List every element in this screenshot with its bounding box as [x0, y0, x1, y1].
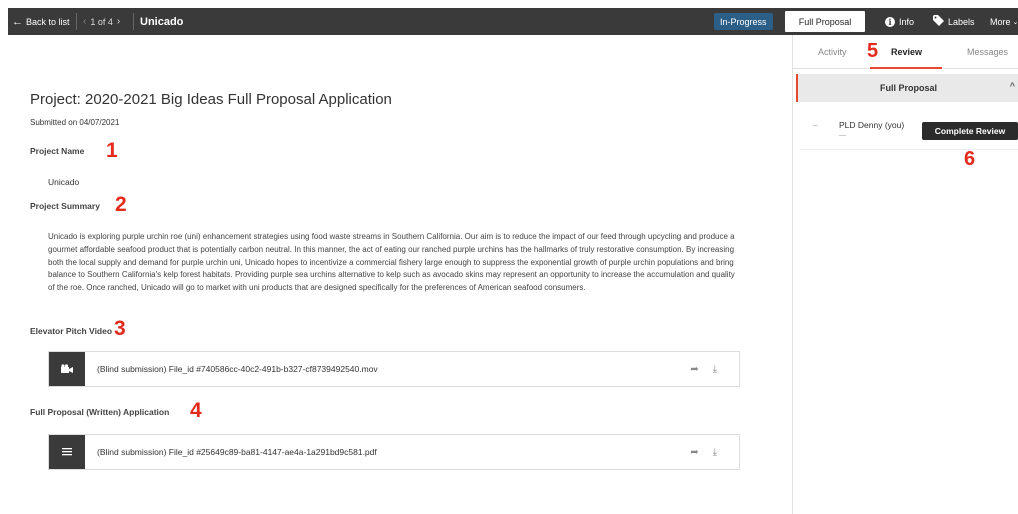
tag-icon — [933, 15, 944, 28]
annotation-3: 3 — [114, 317, 126, 340]
project-name-value: Unicado — [48, 177, 80, 187]
reviewer-name: PLD Denny (you) — [839, 120, 905, 130]
written-file-name[interactable]: (Blind submission) File_id #25649c89-ba8… — [97, 447, 377, 457]
video-camera-icon — [49, 352, 85, 386]
elevator-pitch-heading: Elevator Pitch Video — [30, 326, 113, 336]
full-proposal-accordion[interactable]: Full Proposal ^ — [796, 74, 1018, 102]
annotation-6: 6 — [964, 148, 976, 170]
info-label: Info — [899, 16, 915, 27]
annotation-1: 1 — [106, 139, 118, 162]
document-icon — [49, 435, 85, 469]
panel-tabs: Activity 5 Review Messages — [793, 35, 1018, 69]
back-to-list-button[interactable]: ← Back to list — [8, 8, 70, 35]
top-bar: ← Back to list ‹ 1 of 4 › Unicado In-Pro… — [8, 8, 1018, 35]
page-title: Project: 2020-2021 Big Ideas Full Propos… — [30, 91, 392, 108]
reviewer-score: — — [839, 132, 846, 139]
review-panel: Activity 5 Review Messages Full Proposal… — [792, 35, 1018, 514]
reviewer-status: – — [813, 121, 818, 130]
tab-review[interactable]: Review — [891, 47, 922, 57]
pitch-video-file[interactable]: (Blind submission) File_id #740586cc-40c… — [48, 351, 740, 387]
pager-label: 1 of 4 — [90, 16, 113, 27]
annotation-5: 5 — [867, 40, 879, 62]
share-icon[interactable]: ➦ — [690, 447, 698, 458]
pager: ‹ 1 of 4 › — [83, 8, 124, 35]
application-title: Unicado — [140, 15, 184, 28]
file-actions: ➦ ⤓ — [690, 352, 717, 386]
project-name-heading: Project Name — [30, 146, 85, 156]
info-icon: i — [885, 16, 895, 27]
labels-button[interactable]: Labels — [933, 8, 975, 35]
full-proposal-button[interactable]: Full Proposal — [785, 11, 865, 32]
active-tab-indicator — [870, 67, 942, 69]
tab-activity[interactable]: Activity — [818, 47, 847, 57]
more-menu-button[interactable]: More ⌄ — [990, 8, 1018, 35]
written-proposal-file[interactable]: (Blind submission) File_id #25649c89-ba8… — [48, 434, 740, 470]
download-icon[interactable]: ⤓ — [713, 447, 717, 458]
divider — [76, 13, 77, 30]
project-summary-heading: Project Summary — [30, 201, 100, 211]
main-content: Project: 2020-2021 Big Ideas Full Propos… — [0, 35, 792, 514]
download-icon[interactable]: ⤓ — [713, 364, 717, 375]
submitted-date: Submitted on 04/07/2021 — [30, 118, 120, 127]
pitch-file-name[interactable]: (Blind submission) File_id #740586cc-40c… — [97, 364, 378, 374]
tab-messages[interactable]: Messages — [967, 47, 1008, 57]
chevron-left-icon[interactable]: ‹ — [83, 16, 86, 27]
written-application-heading: Full Proposal (Written) Application — [30, 407, 170, 417]
labels-label: Labels — [948, 16, 975, 27]
back-to-list-label: Back to list — [26, 16, 70, 27]
complete-review-button[interactable]: Complete Review — [922, 122, 1018, 140]
project-summary-text: Unicado is exploring purple urchin roe (… — [48, 232, 735, 293]
chevron-right-icon[interactable]: › — [117, 16, 120, 27]
status-badge: In-Progress — [714, 13, 773, 30]
accordion-title: Full Proposal — [879, 83, 937, 93]
chevron-up-icon: ^ — [1009, 81, 1015, 91]
info-button[interactable]: i Info — [885, 8, 914, 35]
divider — [133, 13, 134, 30]
annotation-2: 2 — [115, 193, 127, 216]
arrow-left-icon: ← — [12, 15, 23, 28]
file-actions: ➦ ⤓ — [690, 435, 717, 469]
chevron-down-icon: ⌄ — [1012, 18, 1018, 26]
annotation-4: 4 — [190, 399, 202, 422]
more-label: More — [990, 16, 1011, 27]
share-icon[interactable]: ➦ — [690, 364, 698, 375]
